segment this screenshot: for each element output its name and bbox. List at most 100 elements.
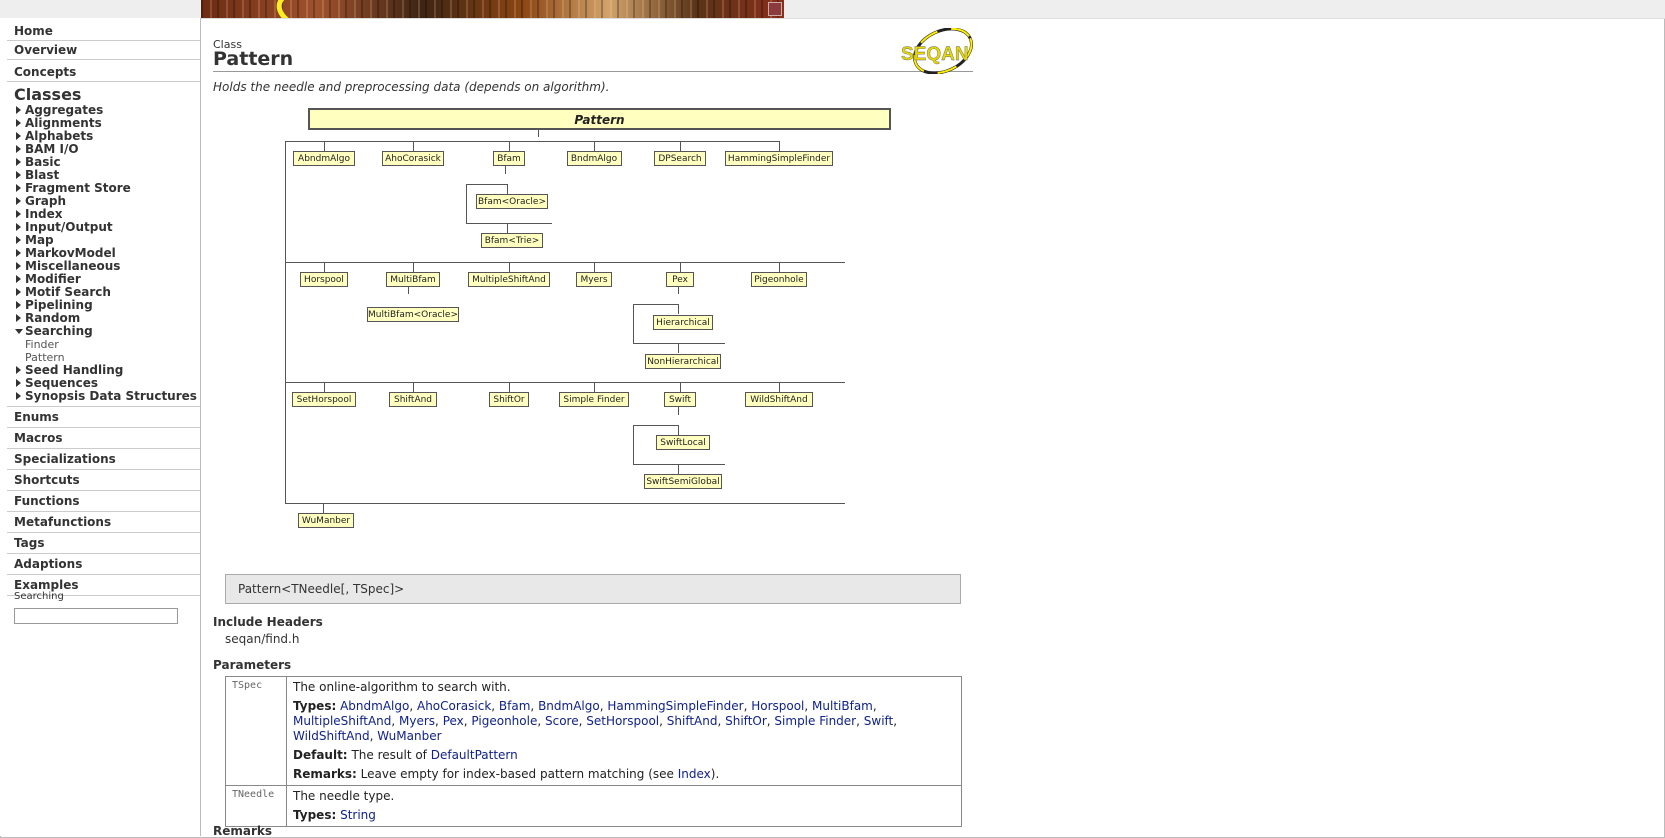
nav-functions[interactable]: Functions [7,491,200,512]
triangle-right-icon[interactable] [16,275,21,283]
type-link[interactable]: Pigeonhole [471,714,537,728]
tree-item-label: Random [25,311,81,325]
nav-specializations[interactable]: Specializations [7,449,200,470]
nav-shortcuts[interactable]: Shortcuts [7,470,200,491]
search-input[interactable] [14,608,178,624]
class-box-myers[interactable]: Myers [576,272,612,287]
tree-item-label: Graph [25,194,66,208]
branch-line [779,141,780,151]
class-box-shiftand[interactable]: ShiftAnd [389,392,437,407]
type-link[interactable]: ShiftAnd [667,714,718,728]
class-box-swiftsemiglobal[interactable]: SwiftSemiGlobal [644,474,722,489]
triangle-right-icon[interactable] [16,132,21,140]
class-box-multibfam-oracle[interactable]: MultiBfam<Oracle> [367,307,459,322]
nav-overview[interactable]: Overview [7,41,200,60]
triangle-right-icon[interactable] [16,314,21,322]
type-link[interactable]: Swift [864,714,893,728]
class-box-dpsearch[interactable]: DPSearch [654,151,706,166]
nav-enums[interactable]: Enums [7,407,200,428]
tree-subitem[interactable]: Finder [7,338,200,351]
class-box-ahocorasick[interactable]: AhoCorasick [382,151,444,166]
remarks-heading: Remarks [213,824,273,838]
type-link[interactable]: Pex [443,714,464,728]
class-box-hierarchical[interactable]: Hierarchical [653,315,713,330]
nav-home[interactable]: Home [7,22,200,41]
tree-item-label: Seed Handling [25,363,124,377]
type-link[interactable]: MultipleShiftAnd [293,714,391,728]
type-link[interactable]: String [340,808,376,822]
type-link[interactable]: AhoCorasick [417,699,491,713]
type-link[interactable]: Horspool [751,699,804,713]
triangle-right-icon[interactable] [16,249,21,257]
tree-item[interactable]: Searching [7,325,200,338]
triangle-right-icon[interactable] [16,223,21,231]
nav-macros[interactable]: Macros [7,428,200,449]
nav-metafunctions[interactable]: Metafunctions [7,512,200,533]
class-box-swiftlocal[interactable]: SwiftLocal [656,435,710,450]
triangle-right-icon[interactable] [16,262,21,270]
type-link[interactable]: SetHorspool [586,714,659,728]
triangle-right-icon[interactable] [16,210,21,218]
nav-tags[interactable]: Tags [7,533,200,554]
triangle-right-icon[interactable] [16,288,21,296]
class-box-pex[interactable]: Pex [666,272,694,287]
class-box-bfam[interactable]: Bfam [493,151,525,166]
include-file: seqan/find.h [225,632,300,646]
class-box-sethorspool[interactable]: SetHorspool [292,392,356,407]
default-link[interactable]: DefaultPattern [431,748,518,762]
tree-item[interactable]: Synopsis Data Structures [7,390,200,403]
triangle-right-icon[interactable] [16,236,21,244]
class-box-horspool[interactable]: Horspool [300,272,348,287]
triangle-down-icon[interactable] [15,329,23,334]
triangle-right-icon[interactable] [16,145,21,153]
triangle-right-icon[interactable] [16,366,21,374]
class-box-pigeonhole[interactable]: Pigeonhole [751,272,807,287]
class-box-shiftor[interactable]: ShiftOr [489,392,529,407]
triangle-right-icon[interactable] [16,106,21,114]
class-box-multibfam[interactable]: MultiBfam [386,272,440,287]
trunk-line [285,141,286,504]
type-link[interactable]: BndmAlgo [538,699,600,713]
branch-line [324,382,325,392]
type-link[interactable]: HammingSimpleFinder [607,699,743,713]
class-box-nonhierarchical[interactable]: NonHierarchical [645,354,721,369]
type-link[interactable]: WildShiftAnd [293,729,370,743]
triangle-right-icon[interactable] [16,379,21,387]
remarks-link[interactable]: Index [678,767,711,781]
type-link[interactable]: Bfam [499,699,531,713]
triangle-right-icon[interactable] [16,158,21,166]
type-link[interactable]: WuManber [377,729,441,743]
class-box-abndmalgo[interactable]: AbndmAlgo [293,151,355,166]
class-box-bfam-trie[interactable]: Bfam<Trie> [481,233,543,248]
nav-concepts[interactable]: Concepts [7,60,200,82]
type-link[interactable]: AbndmAlgo [340,699,409,713]
type-link[interactable]: Simple Finder [774,714,856,728]
class-box-swift[interactable]: Swift [664,392,696,407]
type-link[interactable]: ShiftOr [725,714,767,728]
class-box-multipleshiftand[interactable]: MultipleShiftAnd [468,272,550,287]
triangle-right-icon[interactable] [16,197,21,205]
diagram-root[interactable]: Pattern [308,108,891,130]
sub-stem [678,286,679,294]
nav-adaptions[interactable]: Adaptions [7,554,200,575]
class-box-bfam-oracle[interactable]: Bfam<Oracle> [476,194,548,209]
class-box-simple-finder[interactable]: Simple Finder [559,392,629,407]
class-box-bndmalgo[interactable]: BndmAlgo [566,151,622,166]
type-link[interactable]: Myers [399,714,435,728]
class-box-hammingsimplefinder[interactable]: HammingSimpleFinder [725,151,833,166]
triangle-right-icon[interactable] [16,119,21,127]
tree-item-label: Map [25,233,54,247]
nav-classes[interactable]: Classes [7,82,200,104]
default-label: Default: [293,748,348,762]
sub-stem [678,407,679,415]
type-link[interactable]: Score [545,714,579,728]
default-text: The result of [351,748,427,762]
row-bar [285,262,845,263]
triangle-right-icon[interactable] [16,184,21,192]
triangle-right-icon[interactable] [16,301,21,309]
triangle-right-icon[interactable] [16,392,21,400]
class-box-wumanber[interactable]: WuManber [298,513,354,528]
class-box-wildshiftand[interactable]: WildShiftAnd [745,392,813,407]
triangle-right-icon[interactable] [16,171,21,179]
type-link[interactable]: MultiBfam [812,699,873,713]
